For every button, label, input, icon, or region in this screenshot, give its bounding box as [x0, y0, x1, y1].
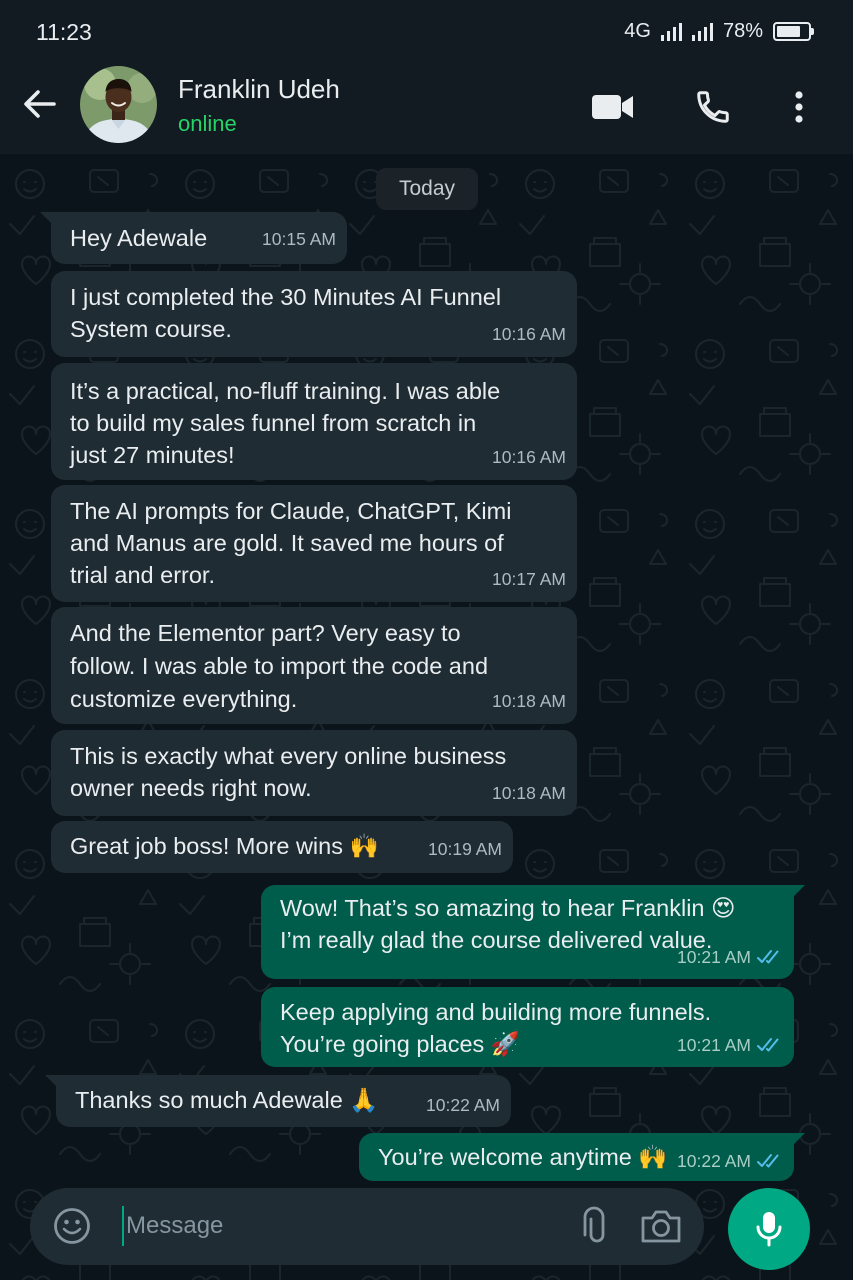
message-input[interactable]	[122, 1206, 542, 1246]
message-time: 10:21 AM	[677, 941, 783, 973]
message-time: 10:21 AM	[677, 1029, 783, 1061]
message-list: Today Hey Adewale 10:15 AM I just comple…	[0, 154, 853, 1280]
message-text: Great job boss! More wins 🙌	[70, 833, 379, 859]
message-text: Hey Adewale	[70, 225, 208, 251]
avatar[interactable]	[80, 66, 157, 143]
message-timestamp: 10:16 AM	[492, 447, 566, 467]
message-time: 10:16 AM	[492, 318, 566, 350]
signal-icon-2	[691, 22, 713, 41]
message-timestamp: 10:18 AM	[492, 783, 566, 803]
message-timestamp: 10:21 AM	[677, 947, 751, 967]
message-timestamp: 10:21 AM	[677, 1035, 751, 1055]
read-receipt-icon	[757, 950, 779, 964]
battery-percent: 78%	[722, 20, 763, 42]
message-outgoing[interactable]: You’re welcome anytime 🙌 10:22 AM	[359, 1133, 805, 1181]
message-outgoing[interactable]: Wow! That’s so amazing to hear Franklin …	[261, 885, 805, 979]
attach-button[interactable]	[576, 1206, 612, 1246]
message-text: And the Elementor part? Very easy to fol…	[70, 620, 489, 712]
emoji-button[interactable]	[52, 1206, 92, 1246]
signal-icon	[660, 22, 682, 41]
emoji-icon	[54, 1208, 90, 1244]
phone-icon	[697, 91, 729, 123]
message-incoming[interactable]: Great job boss! More wins 🙌 10:19 AM	[51, 821, 513, 873]
message-timestamp: 10:22 AM	[426, 1095, 500, 1115]
read-receipt-icon	[757, 1038, 779, 1052]
message-text: Wow! That’s so amazing to hear Franklin …	[280, 895, 736, 953]
message-composer	[30, 1188, 704, 1265]
video-call-icon	[592, 95, 633, 119]
contact-name[interactable]: Franklin Udeh	[178, 74, 340, 105]
message-time: 10:17 AM	[492, 563, 566, 595]
message-outgoing[interactable]: Keep applying and building more funnels.…	[261, 987, 794, 1067]
message-text: It’s a practical, no-fluff training. I w…	[70, 378, 501, 468]
voice-message-button[interactable]	[728, 1188, 810, 1270]
chat-header: Franklin Udeh online	[0, 62, 853, 154]
message-timestamp: 10:19 AM	[428, 839, 502, 859]
camera-button[interactable]	[639, 1207, 683, 1245]
more-options-button[interactable]	[776, 84, 822, 130]
message-text: I just completed the 30 Minutes AI Funne…	[70, 284, 502, 342]
message-incoming[interactable]: Hey Adewale 10:15 AM	[40, 212, 347, 264]
status-indicators: 4G 78%	[624, 20, 814, 43]
date-separator: Today	[376, 168, 478, 210]
message-incoming[interactable]: And the Elementor part? Very easy to fol…	[51, 607, 577, 724]
message-timestamp: 10:18 AM	[492, 691, 566, 711]
voice-call-button[interactable]	[690, 84, 736, 130]
whatsapp-chat-screen: 11:23 4G 78% Franklin Udeh online Today …	[0, 0, 853, 1280]
message-incoming[interactable]: The AI prompts for Claude, ChatGPT, Kimi…	[51, 485, 577, 602]
message-text: This is exactly what every online busine…	[70, 743, 507, 801]
message-time: 10:19 AM	[428, 833, 502, 865]
message-text: Thanks so much Adewale 🙏	[75, 1087, 379, 1113]
back-button[interactable]	[18, 82, 62, 126]
attach-icon	[583, 1206, 605, 1243]
message-incoming[interactable]: This is exactly what every online busine…	[51, 730, 577, 816]
contact-status: online	[178, 111, 237, 136]
person-avatar	[80, 66, 157, 143]
message-incoming[interactable]: I just completed the 30 Minutes AI Funne…	[51, 271, 577, 357]
message-time: 10:18 AM	[492, 685, 566, 717]
video-call-button[interactable]	[590, 84, 636, 130]
bubble-tail	[40, 212, 54, 226]
message-incoming[interactable]: Thanks so much Adewale 🙏 10:22 AM	[45, 1075, 511, 1127]
bubble-tail	[791, 1133, 805, 1147]
chat-area[interactable]: Today Hey Adewale 10:15 AM I just comple…	[0, 154, 853, 1280]
message-time: 10:16 AM	[492, 441, 566, 473]
message-timestamp: 10:16 AM	[492, 324, 566, 344]
message-timestamp: 10:15 AM	[262, 229, 336, 249]
battery-icon	[773, 22, 814, 41]
message-time: 10:22 AM	[677, 1145, 783, 1177]
read-receipt-icon	[757, 1154, 779, 1168]
message-text: The AI prompts for Claude, ChatGPT, Kimi…	[70, 498, 512, 588]
status-time: 11:23	[36, 19, 92, 45]
message-time: 10:15 AM	[262, 223, 336, 255]
bubble-tail	[45, 1075, 59, 1089]
camera-icon	[641, 1210, 681, 1243]
message-timestamp: 10:22 AM	[677, 1151, 751, 1171]
message-timestamp: 10:17 AM	[492, 569, 566, 589]
back-arrow-icon	[24, 90, 56, 118]
more-vertical-icon	[795, 91, 803, 123]
status-bar: 11:23 4G 78%	[0, 0, 853, 62]
message-time: 10:18 AM	[492, 777, 566, 809]
bubble-tail	[791, 885, 805, 899]
message-text: You’re welcome anytime 🙌	[378, 1144, 668, 1170]
message-text: Keep applying and building more funnels.…	[280, 999, 712, 1057]
mic-icon	[756, 1212, 782, 1247]
network-type: 4G	[624, 20, 651, 42]
message-time: 10:22 AM	[426, 1089, 500, 1121]
message-incoming[interactable]: It’s a practical, no-fluff training. I w…	[51, 363, 577, 480]
